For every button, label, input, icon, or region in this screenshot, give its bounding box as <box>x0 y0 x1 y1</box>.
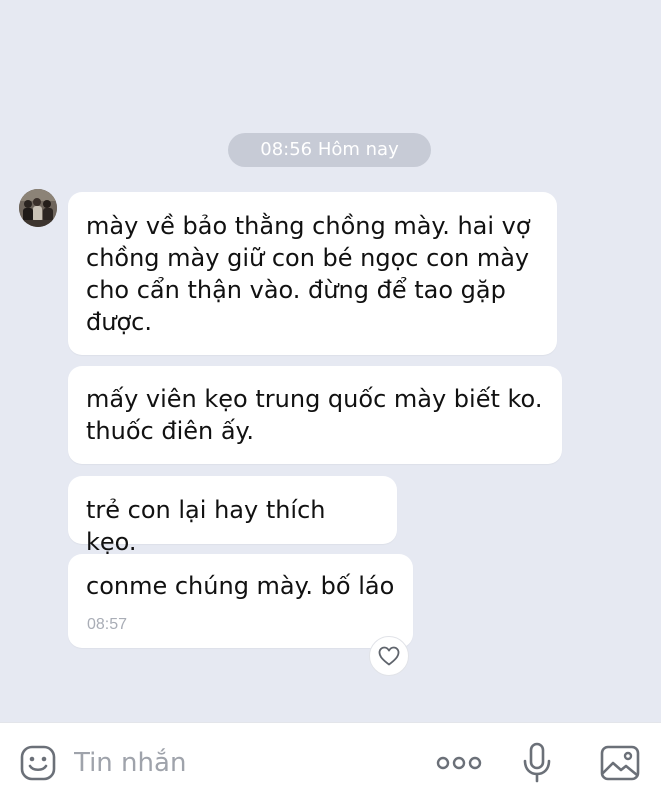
sticker-icon <box>20 745 56 781</box>
message-bubble[interactable]: mày về bảo thằng chồng mày. hai vợ chồng… <box>68 192 557 355</box>
heart-icon <box>378 646 400 666</box>
message-input[interactable] <box>74 743 414 783</box>
message-bubble[interactable]: trẻ con lại hay thích kẹo. <box>68 476 397 556</box>
like-button[interactable] <box>369 636 409 676</box>
image-icon <box>600 745 640 781</box>
message-text: mấy viên kẹo trung quốc mày biết ko. thu… <box>86 385 543 445</box>
time-divider: 08:56 Hôm nay <box>228 133 431 167</box>
image-button[interactable] <box>598 743 642 783</box>
more-button[interactable] <box>436 745 482 781</box>
microphone-button[interactable] <box>520 741 554 785</box>
chat-area: 08:56 Hôm nay mày về bảo thằng chồng mày… <box>0 0 661 722</box>
microphone-icon <box>523 742 551 783</box>
sticker-button[interactable] <box>18 743 58 783</box>
message-text: mày về bảo thằng chồng mày. hai vợ chồng… <box>86 212 531 336</box>
message-input-bar <box>0 722 661 800</box>
message-time: 08:57 <box>87 616 128 633</box>
message-text: trẻ con lại hay thích kẹo. <box>86 496 326 556</box>
message-text: conme chúng mày. bố láo <box>86 572 395 600</box>
avatar-photo <box>19 189 57 227</box>
message-bubble[interactable]: mấy viên kẹo trung quốc mày biết ko. thu… <box>68 366 562 464</box>
more-icon <box>436 756 482 770</box>
message-bubble[interactable]: conme chúng mày. bố láo 08:57 <box>68 554 413 648</box>
avatar[interactable] <box>19 189 57 227</box>
